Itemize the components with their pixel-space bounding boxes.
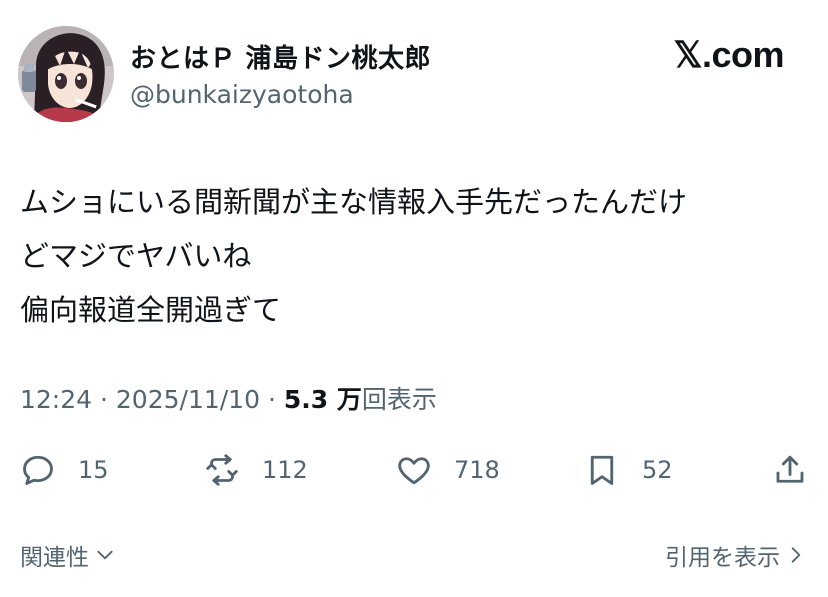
meta-separator: · [267,385,284,414]
avatar[interactable] [18,26,114,122]
user-handle[interactable]: @bunkaizyaotoha [130,80,354,109]
heart-icon [398,457,430,485]
views-label: 回表示 [361,385,437,414]
like-count: 718 [454,456,500,484]
retweet-button[interactable]: 112 [204,445,308,495]
tweet-text-line: 偏向報道全開過ぎて [20,293,282,327]
share-icon [776,455,804,483]
tweet-text-line: ムショにいる間新聞が主な情報入手先だったんだけ [20,185,688,219]
retweet-count: 112 [262,456,308,484]
tweet-text: ムショにいる間新聞が主な情報入手先だったんだけ どマジでヤバいね 偏向報道全開過… [20,175,810,337]
meta-separator: · [100,385,116,414]
bookmark-button[interactable]: 52 [584,445,673,495]
bookmark-icon [590,455,614,485]
reply-icon [23,455,53,485]
related-label: 関連性 [20,545,89,571]
view-quotes-link[interactable]: 引用を表示 [665,538,806,572]
bookmark-count: 52 [642,456,673,484]
tweet-time[interactable]: 12:24 [20,385,92,414]
reply-button[interactable]: 15 [20,445,109,495]
display-name[interactable]: おとはＰ 浦島ドン桃太郎 [130,38,431,75]
reply-count: 15 [78,456,109,484]
like-button[interactable]: 718 [396,445,500,495]
chevron-down-icon [97,550,113,560]
anime-character-avatar-icon [18,26,114,122]
tweet-meta: 12:24 · 2025/11/10 · 5.3 万回表示 [20,380,437,416]
x-brand-logo: 𝕏.com [673,34,784,75]
related-sort-button[interactable]: 関連性 [20,538,115,572]
chevron-right-icon [791,547,801,563]
share-button[interactable] [772,445,808,495]
quote-label: 引用を表示 [665,545,780,571]
tweet-text-line: どマジでヤバいね [20,239,252,273]
action-bar: 15 112 718 52 [0,445,828,495]
retweet-icon [206,454,238,486]
tweet-date[interactable]: 2025/11/10 [116,385,260,414]
views-count: 5.3 万 [283,385,362,414]
